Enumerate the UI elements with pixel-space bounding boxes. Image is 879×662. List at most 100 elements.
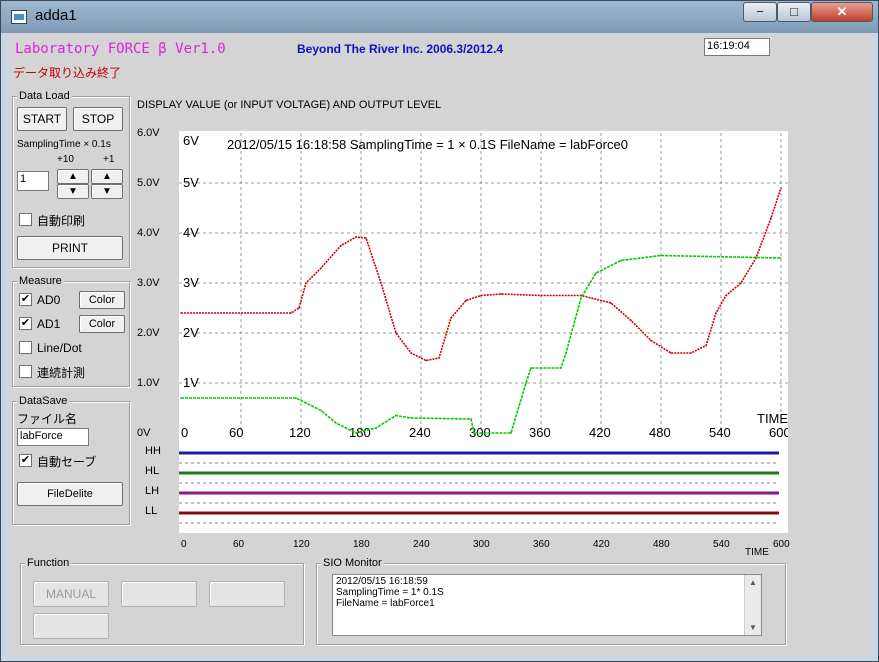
series-point bbox=[355, 236, 357, 238]
series-point bbox=[565, 352, 567, 354]
x-tick-label: 360 bbox=[529, 425, 551, 440]
print-button[interactable]: PRINT bbox=[17, 236, 123, 260]
minimize-button[interactable]: − bbox=[743, 2, 777, 22]
series-point bbox=[670, 352, 672, 354]
file-delete-button[interactable]: FileDelite bbox=[17, 482, 123, 506]
sio-monitor-text[interactable]: 2012/05/15 16:18:59 SamplingTime = 1* 0.… bbox=[332, 574, 762, 636]
auto-save-checkbox[interactable]: ✔ bbox=[19, 454, 32, 467]
ad1-checkbox[interactable]: ✔ bbox=[19, 317, 32, 330]
x-bottom-tick: 480 bbox=[653, 539, 670, 550]
line-dot-checkbox[interactable] bbox=[19, 341, 32, 354]
series-point bbox=[770, 217, 772, 219]
x-bottom-tick: 300 bbox=[473, 539, 490, 550]
ad0-color-button[interactable]: Color bbox=[79, 291, 125, 309]
x-tick-label: 480 bbox=[649, 425, 671, 440]
series-point bbox=[780, 257, 782, 259]
series-point bbox=[395, 332, 397, 334]
series-point bbox=[180, 312, 182, 314]
plus1-label: +1 bbox=[103, 154, 115, 165]
manual-button[interactable]: MANUAL bbox=[33, 581, 109, 607]
y-outer-label: 0V bbox=[137, 427, 151, 439]
plus10-label: +10 bbox=[57, 154, 74, 165]
series-point bbox=[465, 299, 467, 302]
stop-button[interactable]: STOP bbox=[73, 107, 123, 131]
level-label: HL bbox=[145, 465, 160, 477]
series-point bbox=[560, 367, 562, 369]
y-inner-label: 4V bbox=[183, 225, 199, 240]
sio-scrollbar[interactable]: ▲ ▼ bbox=[744, 575, 761, 635]
series-point bbox=[780, 187, 782, 189]
series-point bbox=[180, 397, 182, 399]
y-outer-label: 4.0V bbox=[137, 227, 160, 239]
app-icon bbox=[11, 10, 27, 24]
scroll-down-icon[interactable]: ▼ bbox=[749, 622, 757, 633]
series-point bbox=[295, 397, 297, 399]
y-outer-label: 3.0V bbox=[137, 277, 160, 289]
series-point bbox=[705, 344, 707, 347]
series-point bbox=[410, 417, 412, 419]
up-arrow-icon: ▲ bbox=[102, 171, 112, 182]
auto-print-checkbox[interactable] bbox=[19, 213, 32, 226]
series-point bbox=[690, 352, 692, 354]
series-point bbox=[620, 259, 622, 262]
level-label: LL bbox=[145, 505, 158, 517]
title-bar[interactable]: adda1 − □ ✕ bbox=[1, 1, 878, 33]
plus1-down-button[interactable]: ▼ bbox=[91, 184, 123, 199]
close-button[interactable]: ✕ bbox=[811, 2, 873, 22]
x-bottom-tick: 180 bbox=[353, 539, 370, 550]
chart-heading: DISPLAY VALUE (or INPUT VOLTAGE) AND OUT… bbox=[137, 99, 442, 111]
series-point bbox=[580, 297, 582, 299]
x-bottom-tick: 360 bbox=[533, 539, 550, 550]
y-outer-label: 2.0V bbox=[137, 327, 160, 339]
series-point bbox=[630, 319, 632, 322]
x-tick-label: 600 bbox=[769, 425, 788, 440]
maximize-button[interactable]: □ bbox=[777, 2, 811, 22]
series-point bbox=[305, 282, 307, 284]
continuous-checkbox[interactable] bbox=[19, 365, 32, 378]
function-button-4[interactable] bbox=[33, 613, 109, 639]
auto-print-label: 自動印刷 bbox=[37, 214, 86, 228]
series-point bbox=[595, 272, 597, 274]
series-point bbox=[660, 254, 662, 257]
data-load-group: Data Load START STOP SamplingTime × 0.1s… bbox=[12, 90, 130, 268]
series-point bbox=[425, 359, 427, 362]
company-label: Beyond The River Inc. 2006.3/2012.4 bbox=[297, 42, 504, 56]
function-button-3[interactable] bbox=[209, 581, 285, 607]
up-arrow-icon: ▲ bbox=[68, 171, 78, 182]
window-title: adda1 bbox=[35, 7, 77, 24]
series-point bbox=[375, 427, 377, 429]
plus1-up-button[interactable]: ▲ bbox=[91, 169, 123, 184]
function-label: Function bbox=[25, 557, 72, 569]
series-point bbox=[355, 432, 357, 434]
series-point bbox=[335, 422, 337, 424]
start-button[interactable]: START bbox=[17, 107, 67, 131]
level-label: HH bbox=[145, 445, 161, 457]
scroll-up-icon[interactable]: ▲ bbox=[749, 577, 757, 588]
sio-line-2: SamplingTime = 1* 0.1S bbox=[336, 587, 444, 598]
series-point bbox=[510, 432, 512, 434]
filename-input[interactable]: labForce bbox=[17, 428, 89, 446]
check-icon: ✔ bbox=[20, 317, 31, 329]
x-bottom-tick: 540 bbox=[713, 539, 730, 550]
sampling-time-input[interactable]: 1 bbox=[17, 171, 49, 191]
series-point bbox=[320, 409, 322, 412]
plus10-down-button[interactable]: ▼ bbox=[57, 184, 89, 199]
series-point bbox=[525, 382, 527, 384]
y-inner-label: 6V bbox=[183, 133, 199, 148]
plus10-up-button[interactable]: ▲ bbox=[57, 169, 89, 184]
x-tick-label: 540 bbox=[709, 425, 731, 440]
x-tick-label: 0 bbox=[181, 425, 188, 440]
series-point bbox=[725, 294, 727, 297]
ad0-checkbox[interactable]: ✔ bbox=[19, 293, 32, 306]
line-dot-label: Line/Dot bbox=[37, 341, 82, 355]
down-arrow-icon: ▼ bbox=[68, 186, 78, 197]
function-button-2[interactable] bbox=[121, 581, 197, 607]
series-point bbox=[530, 367, 532, 369]
ad1-color-button[interactable]: Color bbox=[79, 315, 125, 333]
series-point bbox=[480, 294, 482, 297]
series-point bbox=[305, 402, 307, 404]
y-outer-label: 6.0V bbox=[137, 127, 160, 139]
level-label: LH bbox=[145, 485, 160, 497]
measure-label: Measure bbox=[17, 275, 64, 287]
chart-svg: 6V5V4V3V2V1V0 60 120 180 240 300 360 420 480 540 6… bbox=[179, 133, 788, 524]
